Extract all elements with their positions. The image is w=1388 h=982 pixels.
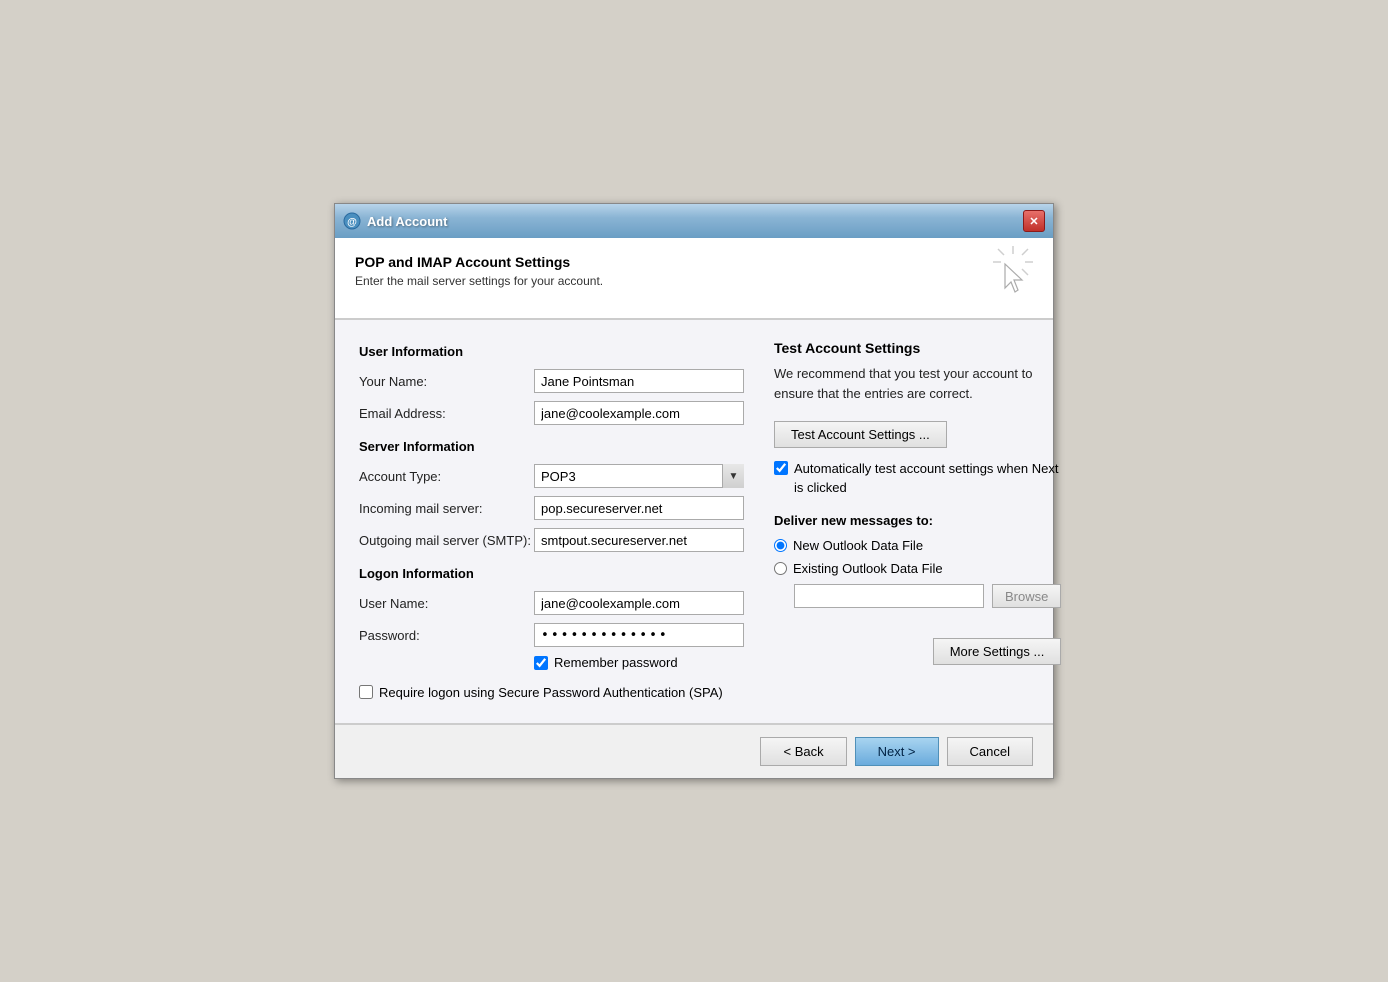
outgoing-mail-row: Outgoing mail server (SMTP): (359, 528, 744, 552)
outgoing-mail-label: Outgoing mail server (SMTP): (359, 533, 534, 548)
incoming-mail-label: Incoming mail server: (359, 501, 534, 516)
deliver-title: Deliver new messages to: (774, 513, 1061, 528)
account-type-select[interactable]: POP3 IMAP (534, 464, 744, 488)
header-text: POP and IMAP Account Settings Enter the … (355, 254, 603, 288)
header-subtitle: Enter the mail server settings for your … (355, 274, 603, 288)
footer: < Back Next > Cancel (335, 724, 1053, 778)
title-bar-left: @ Add Account (343, 212, 447, 230)
auto-test-checkbox[interactable] (774, 461, 788, 475)
right-panel: Test Account Settings We recommend that … (774, 340, 1061, 702)
email-address-label: Email Address: (359, 406, 534, 421)
your-name-label: Your Name: (359, 374, 534, 389)
user-info-title: User Information (359, 344, 744, 359)
test-description: We recommend that you test your account … (774, 364, 1061, 403)
account-type-label: Account Type: (359, 469, 534, 484)
main-content: User Information Your Name: Email Addres… (335, 320, 1053, 722)
existing-file-path-input[interactable] (794, 584, 984, 608)
cursor-icon (993, 246, 1033, 304)
email-address-input[interactable] (534, 401, 744, 425)
user-name-input[interactable] (534, 591, 744, 615)
password-input[interactable] (534, 623, 744, 647)
outgoing-mail-input[interactable] (534, 528, 744, 552)
your-name-input[interactable] (534, 369, 744, 393)
incoming-mail-row: Incoming mail server: (359, 496, 744, 520)
add-account-window: @ Add Account ✕ POP and IMAP Account Set… (334, 203, 1054, 778)
remember-password-row: Remember password (534, 655, 744, 670)
test-account-settings-button[interactable]: Test Account Settings ... (774, 421, 947, 448)
spa-row: Require logon using Secure Password Auth… (359, 684, 744, 702)
remember-password-checkbox[interactable] (534, 656, 548, 670)
email-address-row: Email Address: (359, 401, 744, 425)
logon-info-title: Logon Information (359, 566, 744, 581)
title-bar: @ Add Account ✕ (335, 204, 1053, 238)
window-title: Add Account (367, 214, 447, 229)
incoming-mail-input[interactable] (534, 496, 744, 520)
existing-file-radio[interactable] (774, 562, 787, 575)
account-type-row: Account Type: POP3 IMAP ▼ (359, 464, 744, 488)
account-type-wrapper: POP3 IMAP ▼ (534, 464, 744, 488)
back-button[interactable]: < Back (760, 737, 846, 766)
existing-file-input-row: Browse (794, 584, 1061, 608)
browse-button[interactable]: Browse (992, 584, 1061, 608)
more-settings-button[interactable]: More Settings ... (933, 638, 1062, 665)
user-name-row: User Name: (359, 591, 744, 615)
remember-password-label: Remember password (554, 655, 678, 670)
new-file-row: New Outlook Data File (774, 538, 1061, 553)
password-label: Password: (359, 628, 534, 643)
next-button[interactable]: Next > (855, 737, 939, 766)
left-panel: User Information Your Name: Email Addres… (359, 340, 744, 702)
existing-file-label: Existing Outlook Data File (793, 561, 943, 576)
existing-file-row: Existing Outlook Data File (774, 561, 1061, 576)
spa-label: Require logon using Secure Password Auth… (379, 684, 723, 702)
svg-text:@: @ (347, 217, 357, 228)
user-name-label: User Name: (359, 596, 534, 611)
spa-checkbox[interactable] (359, 685, 373, 699)
new-file-radio[interactable] (774, 539, 787, 552)
window-icon: @ (343, 212, 361, 230)
auto-test-row: Automatically test account settings when… (774, 460, 1061, 496)
your-name-row: Your Name: (359, 369, 744, 393)
new-file-label: New Outlook Data File (793, 538, 923, 553)
close-button[interactable]: ✕ (1023, 210, 1045, 232)
auto-test-label: Automatically test account settings when… (794, 460, 1061, 496)
server-info-title: Server Information (359, 439, 744, 454)
header-section: POP and IMAP Account Settings Enter the … (335, 238, 1053, 319)
more-settings-row: More Settings ... (774, 638, 1061, 665)
header-title: POP and IMAP Account Settings (355, 254, 603, 270)
test-section-title: Test Account Settings (774, 340, 1061, 356)
cancel-button[interactable]: Cancel (947, 737, 1033, 766)
password-row: Password: (359, 623, 744, 647)
